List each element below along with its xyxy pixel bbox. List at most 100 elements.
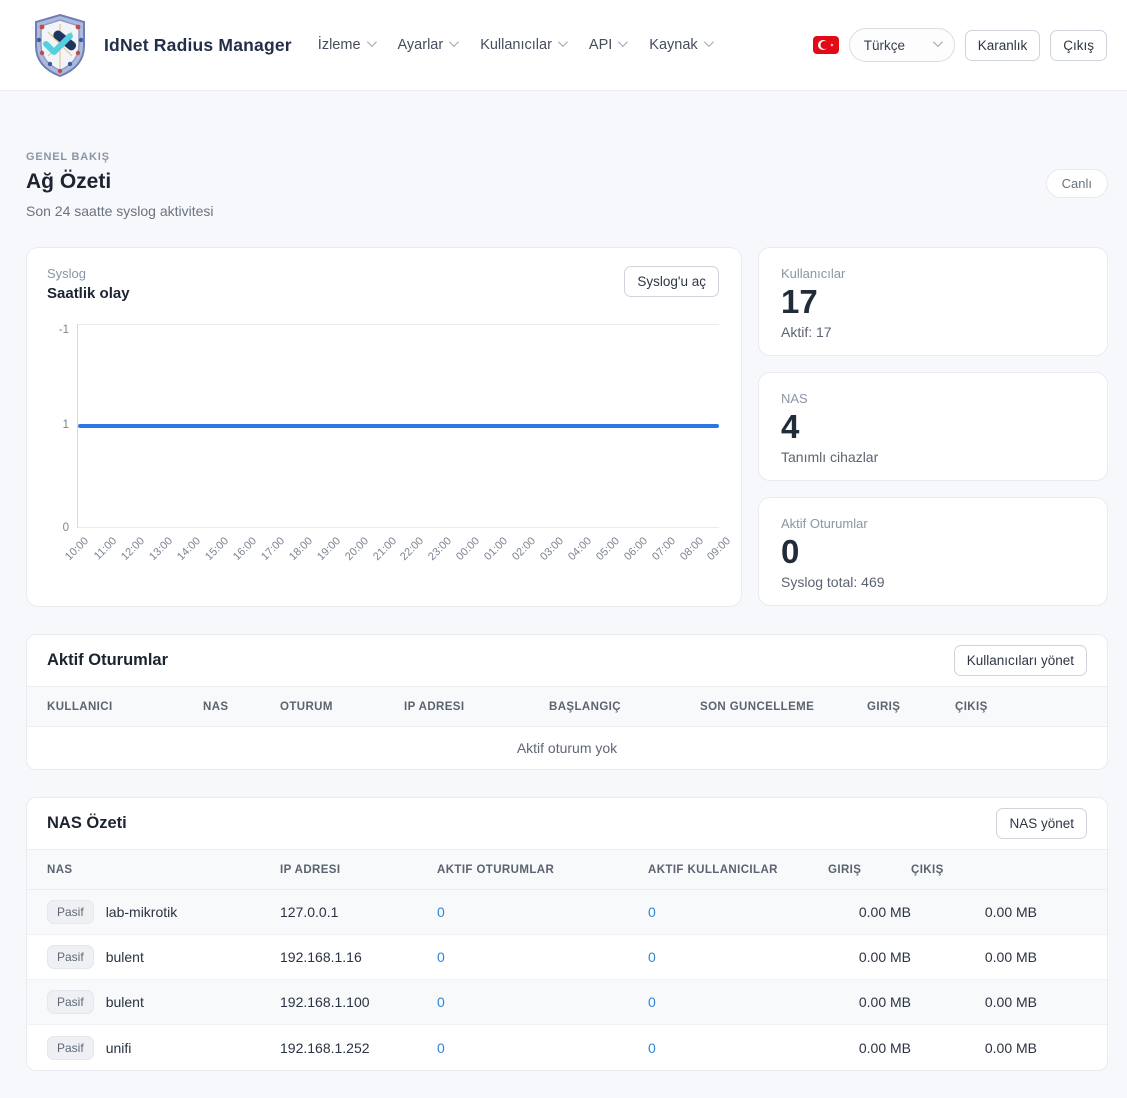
active-users-link[interactable]: 0 [648,1040,828,1056]
app-logo-shield-icon [28,12,92,78]
chart-card-title: Saatlik olay [47,285,130,302]
nas-summary-card: NAS Özeti NAS yönet NASIP ADRESIAKTIF OT… [26,797,1108,1071]
column-header: GIRIŞ [867,701,955,713]
table-row: Pasif lab-mikrotik 127.0.0.1 0 0 0.00 MB… [27,890,1107,935]
column-header: ÇIKIŞ [955,701,1037,713]
column-header: OTURUM [280,701,404,713]
active-sessions-link[interactable]: 0 [437,994,648,1010]
column-header: IP ADRESI [404,701,549,713]
live-status-badge: Canlı [1046,169,1108,198]
column-header: BAŞLANGIÇ [549,701,700,713]
column-header: IP ADRESI [280,864,437,876]
chevron-down-icon [558,37,568,47]
chevron-down-icon [704,37,714,47]
nav-menu-item[interactable]: API [589,37,625,53]
sessions-table-title: Aktif Oturumlar [47,651,168,670]
traffic-in: 0.00 MB [828,994,911,1010]
nas-name: lab-mikrotik [106,904,178,920]
nav-menu-item[interactable]: Kaynak [649,37,710,53]
manage-nas-button[interactable]: NAS yönet [996,808,1087,839]
syslog-chart-card: Syslog Saatlik olay Syslog'u aç 10-1 [26,247,742,607]
stat-sublabel: Syslog total: 469 [781,574,1085,590]
chart-plot-area [77,324,719,528]
open-syslog-button[interactable]: Syslog'u aç [624,266,719,297]
active-sessions-card: Aktif Oturumlar Kullanıcıları yönet KULL… [26,634,1108,770]
dark-mode-button[interactable]: Karanlık [965,30,1041,61]
active-users-link[interactable]: 0 [648,949,828,965]
stat-sublabel: Tanımlı cihazlar [781,449,1085,465]
traffic-in: 0.00 MB [828,949,911,965]
chevron-down-icon [366,37,376,47]
nas-ip: 192.168.1.252 [280,1040,437,1056]
nav-menu-label: İzleme [318,37,361,53]
turkish-flag-icon [813,36,839,54]
stat-card: NAS 4 Tanımlı cihazlar [758,372,1108,481]
status-badge: Pasif [47,1036,94,1060]
nas-ip: 192.168.1.16 [280,949,437,965]
language-selected-value: Türkçe [864,38,905,53]
app-header: IdNet Radius Manager İzleme Ayarlar Kull… [0,0,1127,91]
nas-name: bulent [106,949,144,965]
traffic-in: 0.00 MB [828,1040,911,1056]
y-tick-label: 1 [63,419,69,431]
stat-card: Aktif Oturumlar 0 Syslog total: 469 [758,497,1108,606]
column-header: ÇIKIŞ [911,864,1037,876]
active-sessions-link[interactable]: 0 [437,904,648,920]
y-tick-label: -1 [59,324,69,336]
column-header: SON GÜNCELLEME [700,701,867,713]
nav-menu-item[interactable]: İzleme [318,37,374,53]
stat-value: 0 [781,534,1085,570]
nas-name-cell: Pasif bulent [47,945,280,969]
stat-value: 4 [781,409,1085,445]
stat-label: Kullanıcılar [781,266,1085,281]
main-nav: İzleme Ayarlar Kullanıcılar API [318,37,711,53]
column-header: KULLANICI [47,701,203,713]
syslog-line-chart: 10-1 10:0011:0012:0013:0014:0015:0016:00… [47,324,733,576]
chart-x-axis: 10:0011:0012:0013:0014:0015:0016:0017:00… [78,528,720,576]
stat-label: NAS [781,391,1085,406]
overview-header: GENEL BAKIŞ Ağ Özeti Son 24 saatte syslo… [26,151,1108,219]
status-badge: Pasif [47,990,94,1014]
stat-label: Aktif Oturumlar [781,516,1085,531]
stat-cards: Kullanıcılar 17 Aktif: 17 NAS 4 Tanımlı … [758,247,1108,607]
y-tick-label: 0 [63,522,69,534]
table-row: Pasif bulent 192.168.1.100 0 0 0.00 MB 0… [27,980,1107,1025]
chart-card-label: Syslog [47,266,130,281]
gridline [78,324,719,325]
stat-value: 17 [781,284,1085,320]
traffic-out: 0.00 MB [911,994,1037,1010]
active-users-link[interactable]: 0 [648,904,828,920]
active-sessions-link[interactable]: 0 [437,949,648,965]
chart-series-line [78,424,719,428]
nas-ip: 192.168.1.100 [280,994,437,1010]
logout-button[interactable]: Çıkış [1050,30,1107,61]
status-badge: Pasif [47,900,94,924]
nas-name-cell: Pasif lab-mikrotik [47,900,280,924]
nav-menu-item[interactable]: Ayarlar [398,37,457,53]
nav-menu-label: API [589,37,612,53]
manage-users-button[interactable]: Kullanıcıları yönet [954,645,1087,676]
stat-card: Kullanıcılar 17 Aktif: 17 [758,247,1108,356]
nas-table-header: NASIP ADRESIAKTIF OTURUMLARAKTIF KULLANI… [27,849,1107,890]
nas-ip: 127.0.0.1 [280,904,437,920]
section-eyebrow: GENEL BAKIŞ [26,151,1108,163]
language-select[interactable]: Türkçe [849,28,955,62]
active-sessions-link[interactable]: 0 [437,1040,648,1056]
stat-sublabel: Aktif: 17 [781,324,1085,340]
traffic-out: 0.00 MB [911,904,1037,920]
nas-name: unifi [106,1040,132,1056]
traffic-out: 0.00 MB [911,949,1037,965]
nas-name-cell: Pasif unifi [47,1036,280,1060]
active-users-link[interactable]: 0 [648,994,828,1010]
nav-menu-label: Kullanıcılar [480,37,552,53]
column-header: AKTIF OTURUMLAR [437,864,648,876]
chevron-down-icon [449,37,459,47]
chevron-down-icon [933,37,943,47]
chart-y-axis: 10-1 [47,324,77,528]
nav-menu-item[interactable]: Kullanıcılar [480,37,565,53]
main-content: GENEL BAKIŞ Ağ Özeti Son 24 saatte syslo… [26,151,1108,1071]
column-header: NAS [203,701,280,713]
column-header: NAS [47,864,280,876]
app-title: IdNet Radius Manager [104,35,292,56]
dashboard-grid: Syslog Saatlik olay Syslog'u aç 10-1 [26,247,1108,607]
